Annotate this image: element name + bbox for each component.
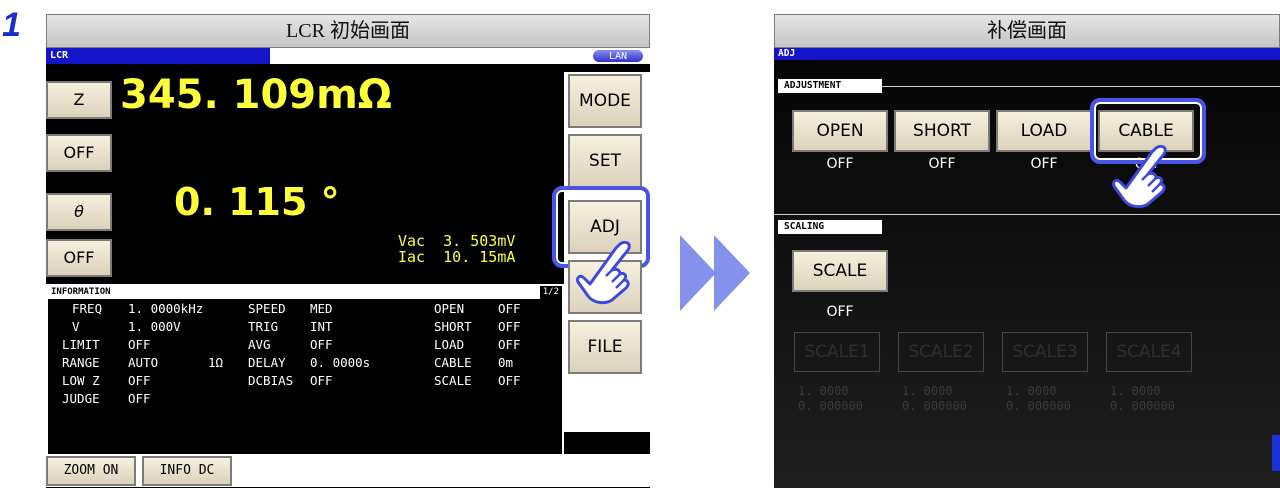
scale3-button[interactable]: SCALE3 bbox=[1002, 332, 1088, 372]
info-label: LOAD bbox=[434, 337, 465, 352]
lcr-initial-screen: LCR LAN Z OFF θ OFF 345. 109mΩ 0. 115 ° … bbox=[46, 48, 650, 488]
info-label: SCALE bbox=[434, 373, 472, 388]
info-value: 1Ω bbox=[208, 355, 224, 370]
info-value: OFF bbox=[498, 319, 521, 334]
param1-button[interactable]: Z bbox=[46, 81, 112, 119]
scale3-b: 0. 000000 bbox=[1006, 399, 1072, 413]
scale2-b: 0. 000000 bbox=[902, 399, 968, 413]
scale1-button[interactable]: SCALE1 bbox=[794, 332, 880, 372]
zoom-on-button[interactable]: ZOOM ON bbox=[46, 456, 136, 486]
section-divider bbox=[882, 86, 1280, 87]
info-value: INT bbox=[310, 319, 333, 334]
info-value: OFF bbox=[310, 337, 333, 352]
set-button[interactable]: SET bbox=[568, 134, 642, 188]
param4-button[interactable]: OFF bbox=[46, 239, 112, 277]
info-value: OFF bbox=[128, 391, 151, 406]
info-label: OPEN bbox=[434, 301, 465, 316]
scale2-a: 1. 0000 bbox=[902, 384, 953, 398]
info-dc-button[interactable]: INFO DC bbox=[142, 456, 232, 486]
section-divider bbox=[774, 214, 1280, 215]
info-label: LIMIT bbox=[62, 337, 100, 352]
bottom-bar bbox=[46, 454, 650, 487]
info-value: 1. 0000kHz bbox=[128, 301, 204, 316]
measurement-value-1: 345. 109mΩ bbox=[120, 72, 392, 118]
info-label: SHORT bbox=[434, 319, 472, 334]
scale4-a: 1. 0000 bbox=[1110, 384, 1161, 398]
info-value: OFF bbox=[498, 337, 521, 352]
information-page[interactable]: 1/2 bbox=[539, 286, 562, 299]
mode-button[interactable]: MODE bbox=[568, 74, 642, 128]
scale1-a: 1. 0000 bbox=[798, 384, 849, 398]
info-label: TRIG bbox=[248, 319, 279, 334]
edge-marker bbox=[1272, 435, 1280, 471]
scale-status: OFF bbox=[826, 304, 854, 320]
info-label: RANGE bbox=[62, 355, 100, 370]
info-label: DCBIAS bbox=[248, 373, 294, 388]
info-label: LOW Z bbox=[62, 373, 100, 388]
adjustment-screen: ADJ ADJUSTMENT OPEN OFF SHORT OFF LOAD O… bbox=[774, 48, 1280, 488]
scale4-button[interactable]: SCALE4 bbox=[1106, 332, 1192, 372]
iac-readout: Iac 10. 15mA bbox=[398, 248, 516, 266]
next-arrows-icon bbox=[680, 235, 750, 311]
screen-title: LCR bbox=[46, 48, 270, 64]
short-button[interactable]: SHORT bbox=[894, 110, 990, 152]
info-label: SPEED bbox=[248, 301, 286, 316]
scale1-b: 0. 000000 bbox=[798, 399, 864, 413]
info-value: 0. 0000s bbox=[310, 355, 371, 370]
scale2-button[interactable]: SCALE2 bbox=[898, 332, 984, 372]
load-status: OFF bbox=[1030, 156, 1058, 172]
info-value: OFF bbox=[498, 301, 521, 316]
information-title: INFORMATION bbox=[48, 286, 562, 299]
scaling-section-label: SCALING bbox=[778, 220, 882, 234]
param3-button[interactable]: θ bbox=[46, 193, 112, 231]
pointing-hand-icon bbox=[1112, 144, 1167, 209]
screen-title: ADJ bbox=[774, 48, 894, 60]
info-value: MED bbox=[310, 301, 333, 316]
info-value: AUTO bbox=[128, 355, 159, 370]
measurement-value-2: 0. 115 ° bbox=[174, 180, 340, 224]
lan-badge: LAN bbox=[592, 49, 644, 63]
info-label: CABLE bbox=[434, 355, 472, 370]
info-value: OFF bbox=[128, 373, 151, 388]
info-value: 1. 000V bbox=[128, 319, 181, 334]
info-label: DELAY bbox=[248, 355, 286, 370]
info-value: 0m bbox=[498, 355, 514, 370]
information-panel: INFORMATION 1/2 FREQ 1. 0000kHz SPEED ME… bbox=[46, 284, 564, 461]
short-status: OFF bbox=[928, 156, 956, 172]
step-number: 1 bbox=[2, 6, 21, 44]
info-label: FREQ bbox=[72, 301, 103, 316]
open-button[interactable]: OPEN bbox=[792, 110, 888, 152]
info-value: OFF bbox=[498, 373, 521, 388]
scale-button[interactable]: SCALE bbox=[792, 250, 888, 292]
scale3-a: 1. 0000 bbox=[1006, 384, 1057, 398]
right-panel-caption: 补偿画面 bbox=[774, 14, 1280, 48]
info-value: OFF bbox=[310, 373, 333, 388]
adjustment-section-label: ADJUSTMENT bbox=[778, 79, 882, 93]
info-label: JUDGE bbox=[62, 391, 100, 406]
file-button[interactable]: FILE bbox=[568, 320, 642, 374]
open-status: OFF bbox=[826, 156, 854, 172]
param2-button[interactable]: OFF bbox=[46, 134, 112, 172]
info-value: OFF bbox=[128, 337, 151, 352]
vac-readout: Vac 3. 503mV bbox=[398, 232, 516, 250]
load-button[interactable]: LOAD bbox=[996, 110, 1092, 152]
pointing-hand-icon bbox=[576, 240, 631, 305]
info-label: V bbox=[72, 319, 80, 334]
scale4-b: 0. 000000 bbox=[1110, 399, 1176, 413]
info-label: AVG bbox=[248, 337, 271, 352]
left-panel-caption: LCR 初始画面 bbox=[46, 14, 650, 48]
